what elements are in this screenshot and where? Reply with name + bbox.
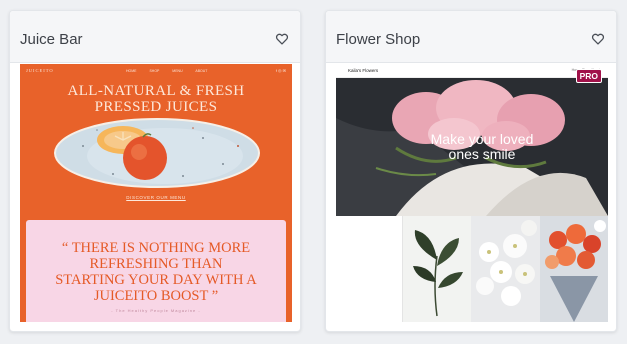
quote-text: “ THERE IS NOTHING MORE REFRESHING THAN … (55, 240, 257, 304)
template-card-juice-bar[interactable]: Juice Bar JUICEITO HOME SHOP MENU ABOUT … (9, 10, 301, 332)
quote-section: “ THERE IS NOTHING MORE REFRESHING THAN … (26, 220, 286, 322)
card-header: Flower Shop (326, 11, 616, 63)
preview-logo: JUICEITO (26, 68, 54, 73)
template-preview[interactable]: Kaila's Flowers Home Shop About Make you… (336, 64, 608, 322)
card-header: Juice Bar (10, 11, 300, 63)
card-title: Juice Bar (20, 31, 83, 48)
gallery-tile-white-flowers (471, 216, 540, 322)
template-card-flower-shop[interactable]: Flower Shop Kaila's Flowers Home Shop Ab… (325, 10, 617, 332)
discover-menu-link[interactable]: DISCOVER OUR MENU (20, 195, 292, 200)
hero-headline: Make your loved ones smile (430, 131, 534, 162)
card-title: Flower Shop (336, 31, 421, 48)
preview-brand: Kaila's Flowers (348, 68, 379, 73)
preview-nav-links: HOME SHOP MENU ABOUT (126, 69, 208, 73)
gallery-tile-leaf (403, 216, 471, 322)
juice-hero-image (54, 118, 260, 188)
social-icons: f ◎ ✉ (275, 68, 286, 73)
preview-nav: JUICEITO HOME SHOP MENU ABOUT f ◎ ✉ (20, 64, 292, 80)
template-preview[interactable]: JUICEITO HOME SHOP MENU ABOUT f ◎ ✉ ALL-… (20, 64, 292, 322)
gallery-tile-bouquet (540, 216, 608, 322)
pro-badge: PRO (575, 69, 602, 83)
quote-attribution: - The Healthy People Magazine - (111, 308, 201, 313)
gallery-tile-blank (336, 216, 403, 322)
preview-nav: Kaila's Flowers Home Shop About (336, 64, 608, 78)
heart-outline-icon[interactable] (275, 32, 289, 46)
preview-headline: ALL-NATURAL & FRESH PRESSED JUICES (67, 83, 245, 115)
heart-outline-icon[interactable] (591, 32, 605, 46)
